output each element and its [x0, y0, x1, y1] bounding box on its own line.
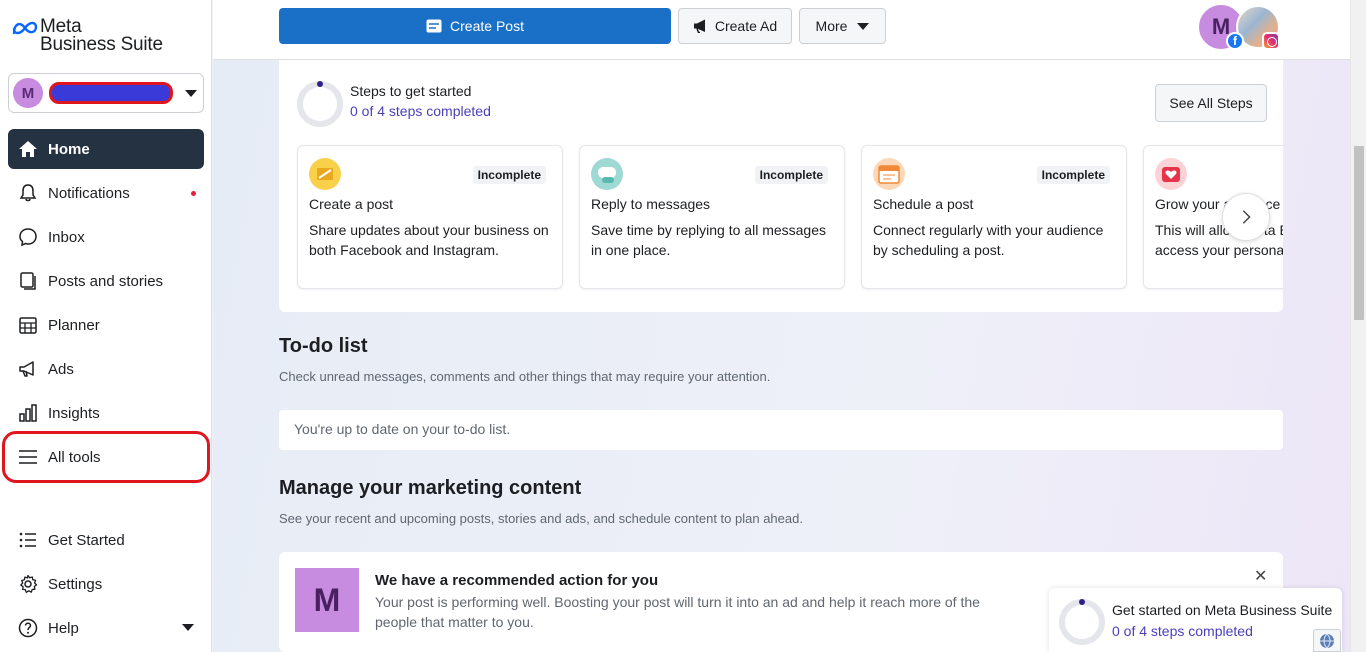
next-carousel-button[interactable] — [1222, 193, 1270, 241]
sidebar-item-planner[interactable]: Planner — [8, 303, 204, 347]
gear-icon — [20, 574, 38, 593]
step-card-create-post[interactable]: Incomplete Create a post Share updates a… — [297, 145, 563, 289]
top-bar: Create Post Create Ad More M f — [213, 0, 1350, 60]
sidebar-item-label: Posts and stories — [48, 272, 164, 290]
sidebar-item-label: Settings — [48, 575, 103, 593]
checklist-icon — [19, 532, 36, 548]
create-ad-label: Create Ad — [714, 18, 778, 34]
sidebar-item-help[interactable]: Help — [8, 606, 204, 650]
megaphone-icon — [693, 19, 705, 33]
facebook-badge-icon: f — [1226, 32, 1244, 50]
widget-progress-text: 0 of 4 steps completed — [1112, 623, 1253, 639]
globe-icon[interactable] — [1313, 629, 1341, 652]
step-title: Schedule a post — [873, 196, 974, 212]
sidebar-item-label: Insights — [48, 404, 100, 422]
recommendation-title: We have a recommended action for you — [375, 572, 659, 589]
caret-down-icon — [185, 89, 197, 97]
annotation-highlight — [2, 431, 210, 483]
reply-messages-illustration-icon — [591, 158, 623, 190]
unread-dot — [191, 191, 196, 196]
sidebar-item-posts-and-stories[interactable]: Posts and stories — [8, 259, 204, 303]
sidebar-item-home[interactable]: Home — [8, 129, 204, 169]
calendar-icon — [19, 317, 37, 334]
steps-card: Steps to get started 0 of 4 steps comple… — [279, 60, 1283, 312]
step-title: Reply to messages — [591, 196, 711, 212]
step-description: Connect regularly with your audience by … — [873, 222, 1104, 258]
posts-icon — [20, 272, 36, 290]
help-icon — [18, 618, 38, 638]
chevron-right-icon — [1242, 210, 1251, 224]
status-badge: Incomplete — [1036, 166, 1110, 184]
meta-logo-icon — [12, 21, 38, 35]
steps-title: Steps to get started — [350, 83, 472, 99]
widget-title: Get started on Meta Business Suite — [1112, 602, 1333, 618]
create-ad-button[interactable]: Create Ad — [678, 8, 792, 44]
sidebar-item-label: Planner — [48, 316, 100, 334]
caret-down-icon — [857, 22, 870, 30]
bar-chart-icon — [19, 404, 37, 422]
sidebar-item-notifications[interactable]: Notifications — [8, 171, 204, 215]
get-started-widget[interactable]: Get started on Meta Business Suite 0 of … — [1049, 588, 1342, 652]
home-icon — [19, 141, 37, 157]
brand-name: Meta Business Suite — [40, 17, 163, 55]
megaphone-icon — [19, 361, 34, 377]
sidebar-item-label: Help — [48, 619, 79, 637]
main-content: Steps to get started 0 of 4 steps comple… — [213, 60, 1350, 652]
sidebar-item-inbox[interactable]: Inbox — [8, 215, 204, 259]
close-icon[interactable]: ✕ — [1254, 566, 1267, 586]
steps-progress-text[interactable]: 0 of 4 steps completed — [350, 103, 491, 119]
meta-business-suite-logo[interactable]: Meta Business Suite — [12, 17, 163, 55]
chevron-down-icon — [182, 624, 194, 631]
sidebar-nav: Home Notifications Inbox Posts and stori… — [8, 129, 204, 479]
grow-audience-illustration-icon — [1155, 158, 1187, 190]
todo-title: To-do list — [279, 335, 368, 357]
scrollbar-thumb[interactable] — [1354, 146, 1364, 320]
brand-line-2: Business Suite — [40, 34, 163, 55]
sidebar-item-get-started[interactable]: Get Started — [8, 518, 204, 562]
step-title: Create a post — [309, 196, 394, 212]
more-label: More — [815, 18, 848, 34]
create-post-label: Create Post — [450, 18, 524, 34]
account-avatar: M — [13, 78, 43, 108]
marketing-subtitle: See your recent and upcoming posts, stor… — [279, 511, 803, 526]
progress-ring-icon — [1059, 599, 1105, 645]
marketing-title: Manage your marketing content — [279, 477, 582, 499]
account-switcher[interactable]: M — [8, 73, 204, 113]
sidebar-bottom-nav: Get Started Settings Help — [8, 518, 204, 650]
sidebar-item-insights[interactable]: Insights — [8, 391, 204, 435]
account-name-redacted — [49, 82, 173, 104]
step-card-schedule-post[interactable]: Incomplete Schedule a post Connect regul… — [861, 145, 1127, 289]
sidebar-item-label: Get Started — [48, 531, 125, 549]
sidebar-item-label: Notifications — [48, 184, 130, 202]
chat-bubble-icon — [19, 228, 37, 247]
todo-subtitle: Check unread messages, comments and othe… — [279, 369, 771, 384]
recommendation-description: Your post is performing well. Boosting y… — [375, 594, 980, 630]
status-badge: Incomplete — [472, 166, 546, 184]
sidebar-item-label: Ads — [48, 360, 74, 378]
instagram-badge-icon — [1262, 32, 1280, 50]
sidebar: Meta Business Suite M Home Notifications… — [0, 0, 212, 652]
progress-ring-icon — [297, 81, 343, 127]
page-avatar: M — [295, 568, 359, 632]
sidebar-item-label: Inbox — [48, 228, 85, 246]
create-post-illustration-icon — [309, 158, 341, 190]
see-all-steps-button[interactable]: See All Steps — [1155, 84, 1267, 122]
bell-icon — [19, 184, 37, 202]
schedule-post-illustration-icon — [873, 158, 905, 190]
create-post-button[interactable]: Create Post — [279, 8, 671, 44]
todo-empty-state: You're up to date on your to-do list. — [279, 410, 1283, 450]
step-card-reply-messages[interactable]: Incomplete Reply to messages Save time b… — [579, 145, 845, 289]
more-dropdown-button[interactable]: More — [799, 8, 886, 44]
sidebar-item-settings[interactable]: Settings — [8, 562, 204, 606]
step-description: Save time by replying to all messages in… — [591, 222, 826, 258]
page-scrollbar[interactable] — [1350, 0, 1366, 652]
sidebar-item-ads[interactable]: Ads — [8, 347, 204, 391]
step-description: Share updates about your business on bot… — [309, 222, 549, 258]
status-badge: Incomplete — [754, 166, 828, 184]
sidebar-item-label: Home — [48, 140, 90, 158]
compose-icon — [426, 19, 442, 33]
